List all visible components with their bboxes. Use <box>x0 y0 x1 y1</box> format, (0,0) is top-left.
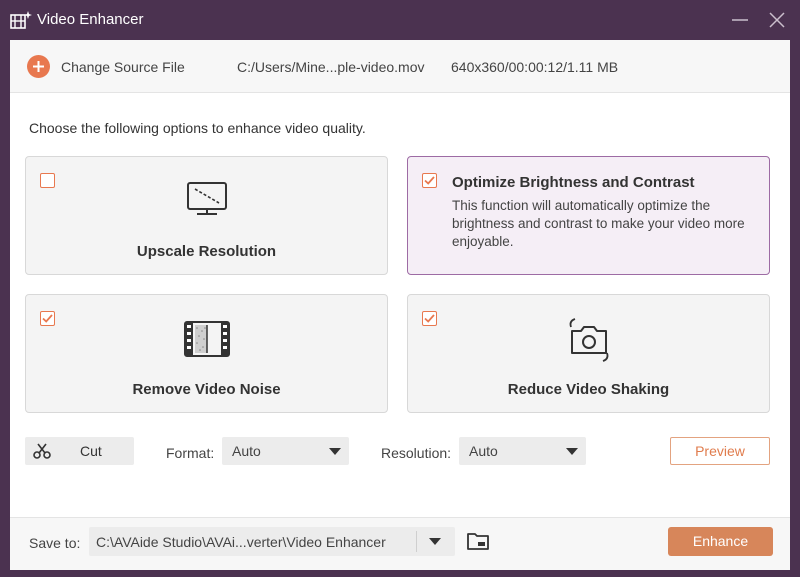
footer-bar: Save to: C:\AVAide Studio\AVAi...verter\… <box>10 517 790 570</box>
camera-stabilize-icon <box>569 318 608 362</box>
window-title: Video Enhancer <box>37 11 144 28</box>
title-bar: Video Enhancer <box>0 0 800 40</box>
film-noise-icon <box>183 321 230 357</box>
option-optimize-brightness[interactable]: Optimize Brightness and Contrast This fu… <box>407 156 770 275</box>
checkmark-icon <box>42 314 53 323</box>
chevron-down-icon <box>429 538 441 545</box>
resolution-label: Resolution: <box>381 445 452 461</box>
add-source-icon[interactable] <box>27 55 50 78</box>
noise-checkbox[interactable] <box>40 311 55 326</box>
brightness-title: Optimize Brightness and Contrast <box>452 174 695 191</box>
save-path-value: C:\AVAide Studio\AVAi...verter\Video Enh… <box>96 534 386 550</box>
source-file-info: 640x360/00:00:12/1.11 MB <box>451 59 619 75</box>
format-label: Format: <box>166 445 215 461</box>
cut-label: Cut <box>80 443 102 459</box>
source-bar: Change Source File C:/Users/Mine...ple-v… <box>10 40 790 93</box>
shaking-checkbox[interactable] <box>422 311 437 326</box>
brightness-description: This function will automatically optimiz… <box>452 198 745 249</box>
divider <box>416 531 417 552</box>
change-source-file-button[interactable]: Change Source File <box>61 59 185 75</box>
resolution-value: Auto <box>469 443 498 459</box>
chevron-down-icon <box>329 448 341 455</box>
save-to-label: Save to: <box>29 535 81 551</box>
checkmark-icon <box>424 176 435 185</box>
format-value: Auto <box>232 443 261 459</box>
monitor-upscale-icon <box>186 182 227 215</box>
upscale-title: Upscale Resolution <box>136 243 277 260</box>
chevron-down-icon <box>566 448 578 455</box>
format-select[interactable]: Auto <box>222 437 349 465</box>
app-logo-icon <box>10 11 32 29</box>
option-reduce-video-shaking[interactable]: Reduce Video Shaking <box>407 294 770 413</box>
close-icon[interactable] <box>765 8 789 32</box>
shaking-title: Reduce Video Shaking <box>507 381 670 398</box>
upscale-checkbox[interactable] <box>40 173 55 188</box>
resolution-select[interactable]: Auto <box>459 437 586 465</box>
option-upscale-resolution[interactable]: Upscale Resolution <box>25 156 388 275</box>
noise-title: Remove Video Noise <box>132 381 281 398</box>
minimize-icon[interactable] <box>728 8 752 32</box>
preview-button[interactable]: Preview <box>670 437 770 465</box>
main-window: Change Source File C:/Users/Mine...ple-v… <box>10 40 790 570</box>
save-path-select[interactable]: C:\AVAide Studio\AVAi...verter\Video Enh… <box>89 527 455 556</box>
option-remove-video-noise[interactable]: Remove Video Noise <box>25 294 388 413</box>
source-file-path: C:/Users/Mine...ple-video.mov <box>237 59 425 75</box>
checkmark-icon <box>424 314 435 323</box>
folder-icon[interactable] <box>466 530 490 552</box>
instruction-text: Choose the following options to enhance … <box>29 120 366 136</box>
scissors-icon <box>33 443 51 459</box>
enhance-button[interactable]: Enhance <box>668 527 773 556</box>
cut-button[interactable]: Cut <box>25 437 134 465</box>
brightness-checkbox[interactable] <box>422 173 437 188</box>
